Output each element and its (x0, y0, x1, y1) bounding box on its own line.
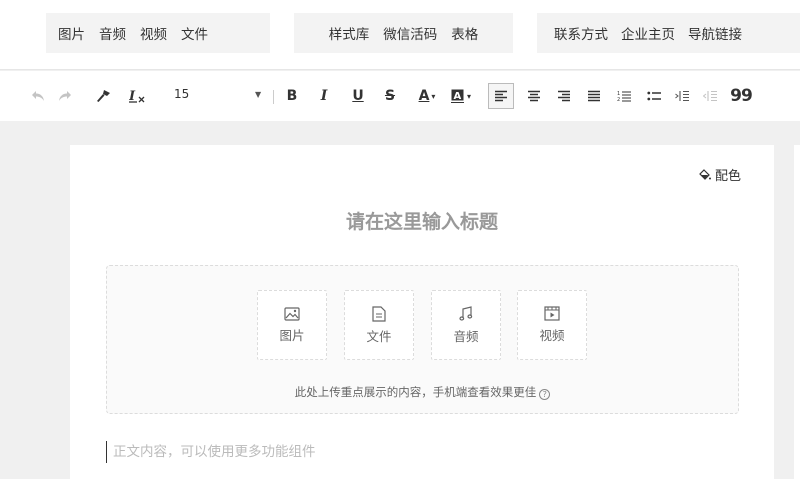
undo-icon[interactable] (28, 83, 48, 109)
media-insert-group: 图片 音频 视频 文件 (46, 13, 270, 53)
chevron-down-icon: ▾ (431, 91, 436, 101)
featured-upload-area: 图片 文件 音频 视频 此处上传重点展示的内容，手机端查看效果更佳? (106, 265, 739, 414)
svg-text:2: 2 (617, 97, 620, 102)
quote-label: 99 (730, 86, 753, 106)
video-icon (544, 306, 560, 321)
contact-info-button[interactable]: 联系方式 (554, 23, 608, 43)
highlight-icon: A (450, 89, 464, 103)
font-color-button[interactable]: A ▾ (413, 83, 441, 109)
font-color-label: A (418, 88, 430, 104)
align-left-icon[interactable] (488, 83, 514, 109)
format-toolbar: I 15 ▼ B I U S A ▾ A ▾ 12 99 (0, 71, 800, 121)
svg-text:A: A (453, 91, 461, 102)
file-icon (372, 305, 386, 322)
align-center-icon[interactable] (522, 83, 546, 109)
font-size-value[interactable]: 15 (174, 87, 189, 101)
insert-bar: 图片 音频 视频 文件 样式库 微信活码 表格 联系方式 企业主页 导航链接 (0, 0, 800, 70)
upload-file-button[interactable]: 文件 (344, 290, 414, 360)
upload-file-label: 文件 (366, 328, 392, 344)
insert-table-button[interactable]: 表格 (451, 23, 478, 43)
chevron-down-icon: ▾ (466, 91, 471, 101)
ordered-list-icon[interactable]: 12 (612, 83, 636, 109)
toolbar-divider (273, 90, 274, 104)
upload-audio-label: 音频 (453, 328, 479, 344)
insert-image-button[interactable]: 图片 (58, 23, 85, 43)
upload-audio-button[interactable]: 音频 (431, 290, 501, 360)
right-panel-edge (794, 145, 800, 479)
strikethrough-button[interactable]: S (382, 83, 398, 109)
wechat-qrcode-button[interactable]: 微信活码 (383, 23, 437, 43)
bold-button[interactable]: B (284, 83, 300, 109)
help-icon[interactable]: ? (539, 389, 551, 400)
upload-hint: 此处上传重点展示的内容，手机端查看效果更佳? (107, 384, 738, 400)
link-insert-group: 联系方式 企业主页 导航链接 (537, 13, 800, 53)
upload-hint-text: 此处上传重点展示的内容，手机端查看效果更佳 (294, 385, 537, 399)
bullet-list-icon[interactable] (642, 83, 666, 109)
body-input[interactable]: 正文内容，可以使用更多功能组件 (106, 441, 316, 463)
upload-image-button[interactable]: 图片 (257, 290, 327, 360)
svg-text:I: I (129, 89, 136, 103)
italic-button[interactable]: I (316, 83, 332, 109)
nav-link-button[interactable]: 导航链接 (688, 23, 742, 43)
upload-video-label: 视频 (539, 328, 565, 343)
redo-icon[interactable] (55, 83, 75, 109)
style-library-button[interactable]: 样式库 (329, 23, 370, 43)
clear-format-icon[interactable]: I (126, 83, 148, 109)
upload-video-button[interactable]: 视频 (517, 290, 587, 360)
paint-bucket-icon (699, 168, 711, 180)
chevron-down-icon[interactable]: ▼ (255, 90, 261, 99)
company-homepage-button[interactable]: 企业主页 (621, 23, 675, 43)
align-justify-icon[interactable] (582, 83, 606, 109)
component-insert-group: 样式库 微信活码 表格 (294, 13, 513, 53)
music-note-icon (459, 305, 473, 321)
upload-image-label: 图片 (279, 327, 305, 343)
color-scheme-label: 配色 (714, 169, 741, 184)
editor-canvas: 配色 请在这里输入标题 图片 文件 音频 视频 此处上传重点展示的内容，手机端查… (70, 145, 774, 479)
align-right-icon[interactable] (552, 83, 576, 109)
image-icon (284, 306, 300, 321)
underline-button[interactable]: U (350, 83, 366, 109)
insert-video-button[interactable]: 视频 (140, 23, 167, 43)
title-input[interactable]: 请在这里输入标题 (70, 207, 774, 234)
color-scheme-button[interactable]: 配色 (699, 165, 741, 184)
format-painter-icon[interactable] (92, 83, 114, 109)
indent-icon[interactable] (670, 83, 694, 109)
outdent-icon[interactable] (698, 83, 722, 109)
insert-audio-button[interactable]: 音频 (99, 23, 126, 43)
blockquote-icon[interactable]: 99 (728, 83, 754, 109)
background-color-button[interactable]: A ▾ (447, 83, 475, 109)
insert-file-button[interactable]: 文件 (181, 23, 208, 43)
